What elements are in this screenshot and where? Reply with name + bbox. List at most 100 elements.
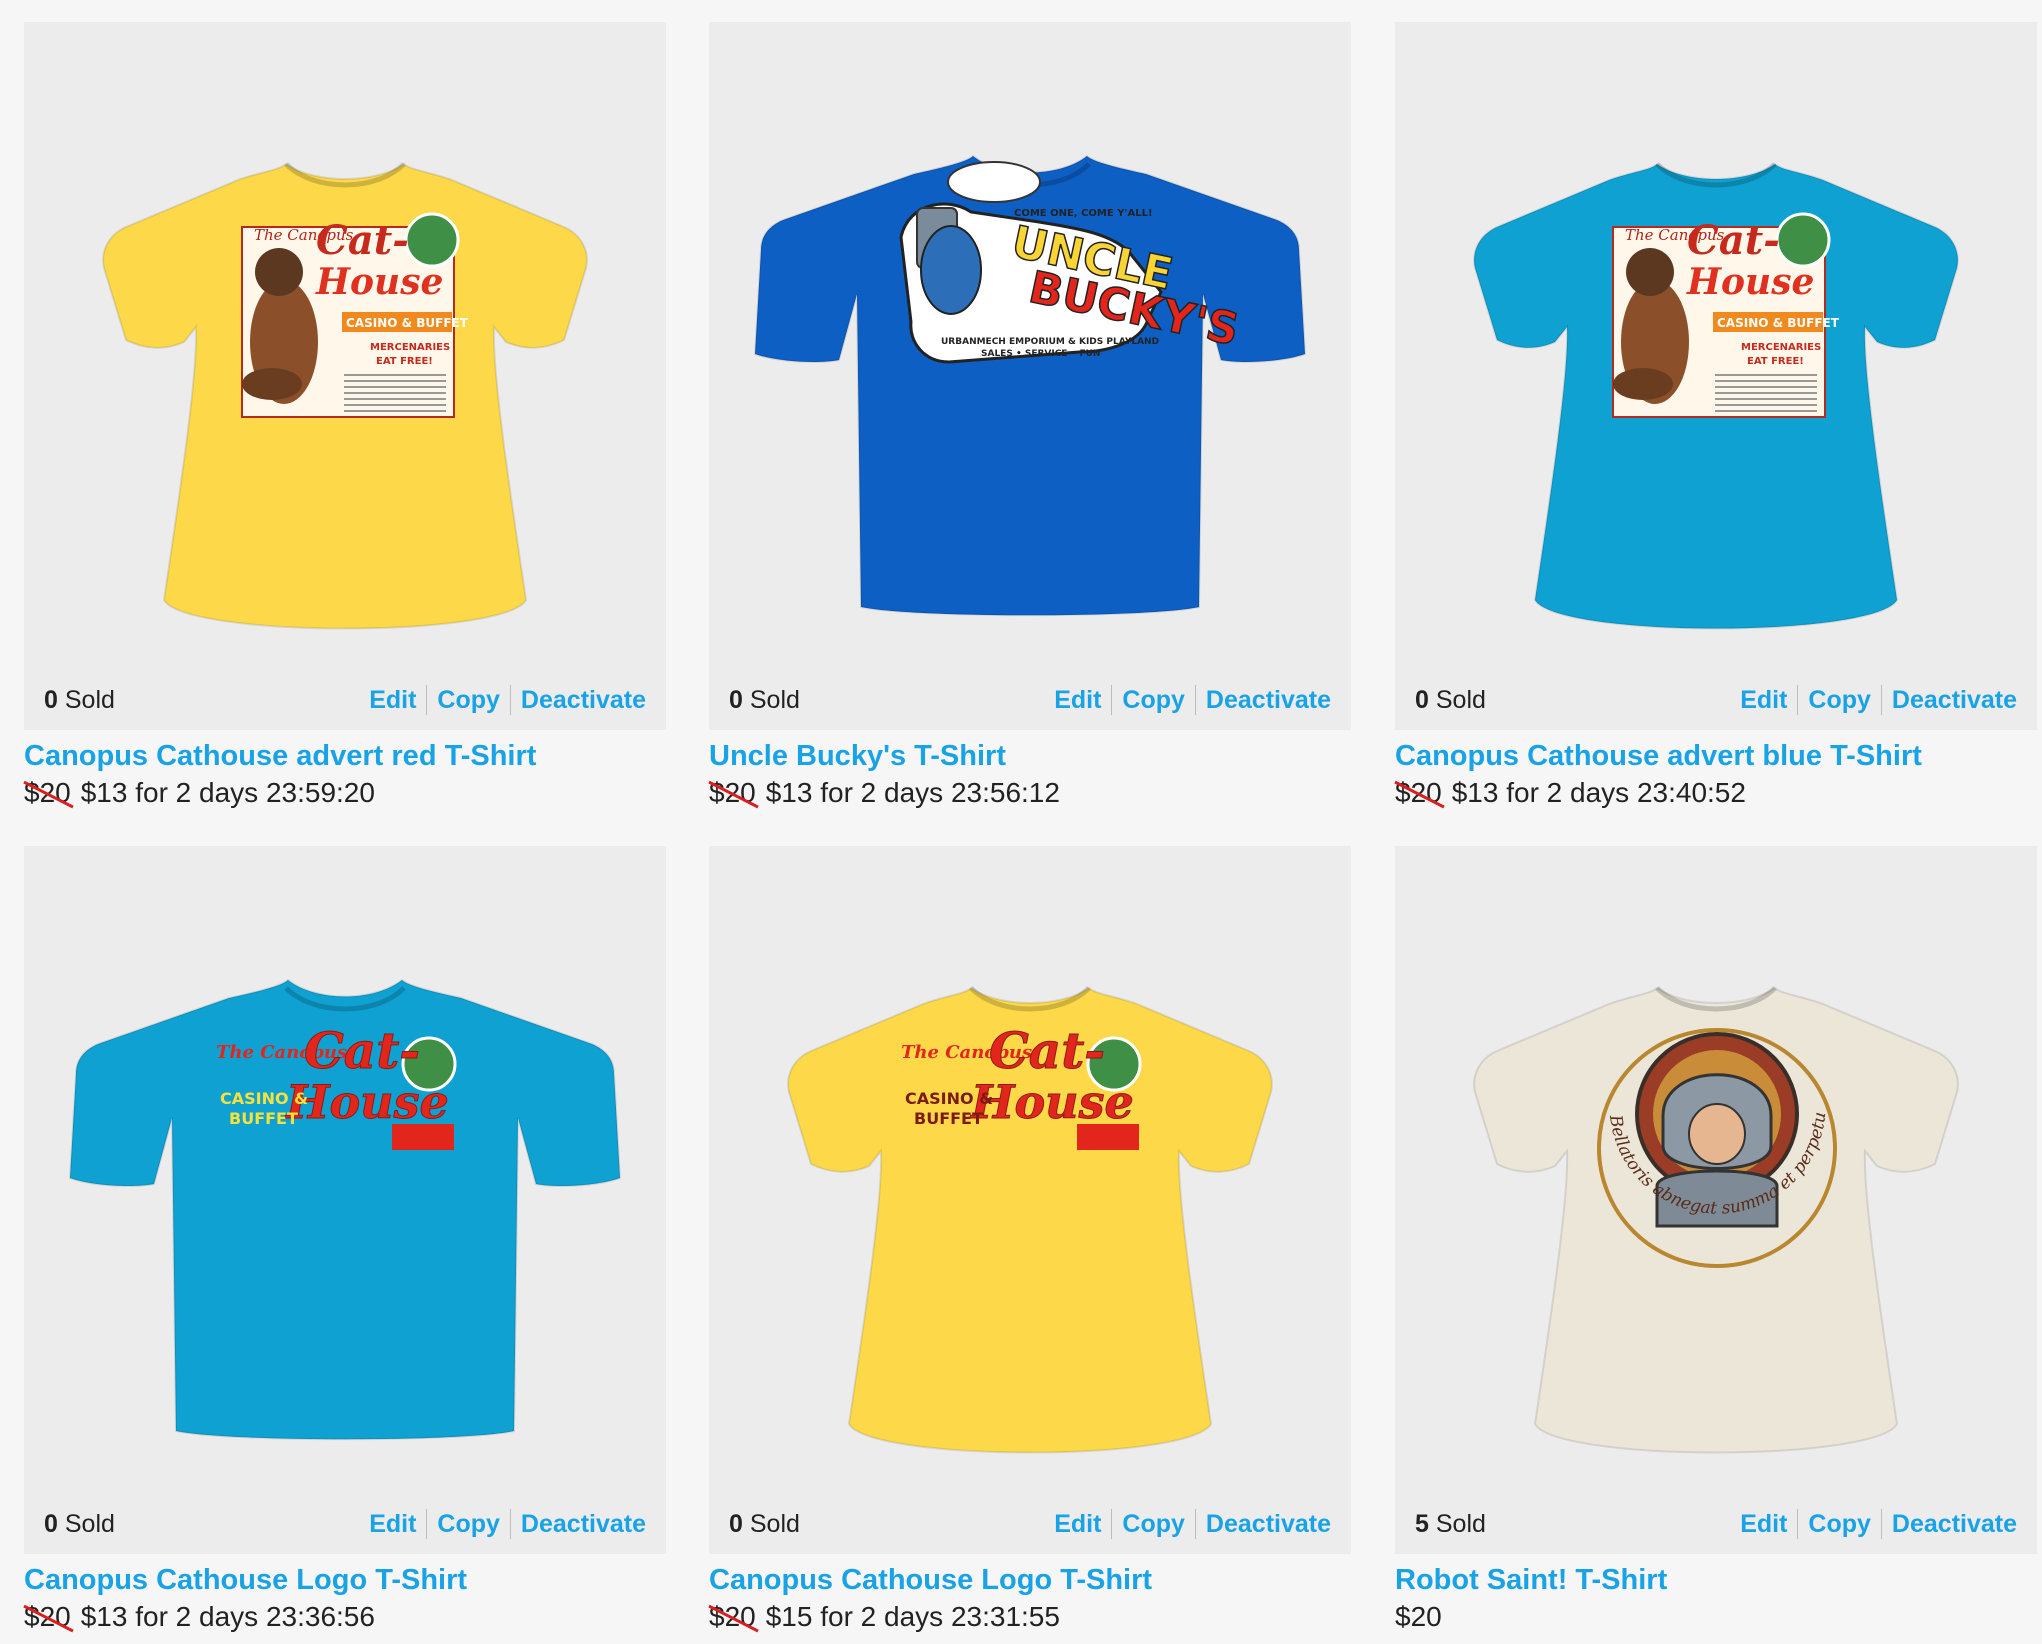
sale-price-countdown: $13 for 2 days 23:40:52 xyxy=(1451,777,1746,808)
edit-link[interactable]: Edit xyxy=(1740,686,1787,715)
sold-count: 0 Sold xyxy=(729,1510,1054,1539)
product-actions: Edit Copy Deactivate xyxy=(369,685,646,715)
edit-link[interactable]: Edit xyxy=(1054,686,1101,715)
copy-link[interactable]: Copy xyxy=(1122,1510,1185,1539)
design-text-buffet: BUFFET xyxy=(229,1109,298,1128)
edit-link[interactable]: Edit xyxy=(1740,1510,1787,1539)
tshirt-image[interactable]: The Canopus Cat- House CASINO & BUFFET MERCE… xyxy=(24,22,666,672)
product-stats-bar: 0 Sold Edit Copy Deactivate xyxy=(729,682,1331,718)
product-image-panel[interactable]: The Canopus Cat- House CASINO & BUFFET 0 Sol… xyxy=(24,846,666,1554)
product-card: The Canopus Cat- House CASINO & BUFFET MERCE… xyxy=(1395,22,2037,809)
tshirt-svg: The CanopusCat-HouseCASINO &BUFFET xyxy=(68,978,622,1441)
design-text-house: House xyxy=(284,1075,449,1129)
tshirt-image[interactable]: UNCLE BUCKY'S COME ONE, COME Y'ALL! URBANME… xyxy=(709,22,1351,672)
deactivate-link[interactable]: Deactivate xyxy=(1206,686,1331,715)
design-text-mercenaries: MERCENARIES xyxy=(370,342,450,353)
sold-label: Sold xyxy=(1435,685,1486,714)
original-price-strikethrough: $20 xyxy=(709,1601,756,1632)
design-text-casino: CASINO & BUFFET xyxy=(346,316,469,330)
product-image-panel[interactable]: The Canopus Cat- House CASINO & BUFFET 0 Sol… xyxy=(709,846,1351,1554)
tshirt-image[interactable]: The Canopus Cat- House CASINO & BUFFET MERCE… xyxy=(1395,22,2037,672)
tshirt-image[interactable]: Bellatoris abnegat summa et perpetua eru… xyxy=(1395,846,2037,1496)
design-text-house: House xyxy=(969,1075,1134,1129)
shirt-print-graphic: The CanopusCat-HouseCASINO & BUFFETMERCE… xyxy=(241,212,469,418)
tshirt-svg: The CanopusCat-HouseCASINO &BUFFET xyxy=(787,986,1273,1454)
edit-link[interactable]: Edit xyxy=(369,686,416,715)
product-stats-bar: 0 Sold Edit Copy Deactivate xyxy=(1415,682,2017,718)
sold-number: 0 xyxy=(44,1509,58,1538)
tshirt-svg: Bellatoris abnegat summa et perpetua eru… xyxy=(1395,846,1959,1454)
sold-label: Sold xyxy=(64,685,115,714)
sold-number: 0 xyxy=(44,685,58,714)
product-stats-bar: 0 Sold Edit Copy Deactivate xyxy=(44,682,646,718)
design-text-cat: Cat- xyxy=(1687,217,1780,264)
tshirt-image[interactable]: The Canopus Cat- House CASINO & BUFFET xyxy=(709,846,1351,1496)
product-stats-bar: 5 Sold Edit Copy Deactivate xyxy=(1415,1506,2017,1542)
copy-link[interactable]: Copy xyxy=(437,686,500,715)
product-actions: Edit Copy Deactivate xyxy=(1740,1509,2017,1539)
sold-number: 5 xyxy=(1415,1509,1429,1538)
action-divider xyxy=(1194,1509,1196,1539)
sold-count: 0 Sold xyxy=(729,686,1054,715)
action-divider xyxy=(426,1509,428,1539)
product-actions: Edit Copy Deactivate xyxy=(1740,685,2017,715)
action-divider xyxy=(1111,1509,1113,1539)
sold-count: 0 Sold xyxy=(1415,686,1740,715)
action-divider xyxy=(509,1509,511,1539)
product-stats-bar: 0 Sold Edit Copy Deactivate xyxy=(44,1506,646,1542)
deactivate-link[interactable]: Deactivate xyxy=(521,686,646,715)
sold-number: 0 xyxy=(729,685,743,714)
deactivate-link[interactable]: Deactivate xyxy=(1892,686,2017,715)
deactivate-link[interactable]: Deactivate xyxy=(1206,1510,1331,1539)
design-text-casino: CASINO & xyxy=(220,1089,308,1108)
copy-link[interactable]: Copy xyxy=(1808,1510,1871,1539)
product-title-link[interactable]: Canopus Cathouse advert blue T-Shirt xyxy=(1395,740,2037,773)
deactivate-link[interactable]: Deactivate xyxy=(1892,1510,2017,1539)
sale-price-countdown: $15 for 2 days 23:31:55 xyxy=(765,1601,1060,1632)
design-text-buffet: BUFFET xyxy=(914,1109,983,1128)
regular-price: $20 xyxy=(1395,1601,1442,1632)
action-divider xyxy=(426,685,428,715)
copy-link[interactable]: Copy xyxy=(1122,686,1185,715)
deactivate-link[interactable]: Deactivate xyxy=(521,1510,646,1539)
product-card: The Canopus Cat- House CASINO & BUFFET 0 Sol… xyxy=(709,846,1351,1633)
design-text-casino: CASINO & xyxy=(905,1089,993,1108)
product-actions: Edit Copy Deactivate xyxy=(1054,1509,1331,1539)
design-text-emporium: URBANMECH EMPORIUM & KIDS PLAYLAND xyxy=(941,337,1159,347)
product-grid: The Canopus Cat- House CASINO & BUFFET MERCE… xyxy=(0,0,2042,1644)
product-title-link[interactable]: Canopus Cathouse Logo T-Shirt xyxy=(24,1564,666,1597)
tshirt-svg: The CanopusCat-HouseCASINO & BUFFETMERCE… xyxy=(102,162,588,630)
product-image-panel[interactable]: The Canopus Cat- House CASINO & BUFFET MERCE… xyxy=(1395,22,2037,730)
product-image-panel[interactable]: UNCLE BUCKY'S COME ONE, COME Y'ALL! URBANME… xyxy=(709,22,1351,730)
edit-link[interactable]: Edit xyxy=(1054,1510,1101,1539)
product-title-link[interactable]: Robot Saint! T-Shirt xyxy=(1395,1564,2037,1597)
product-stats-bar: 0 Sold Edit Copy Deactivate xyxy=(729,1506,1331,1542)
design-text-cat: Cat- xyxy=(316,217,409,264)
tshirt-svg: UNCLEBUCKY'SCOME ONE, COME Y'ALL!URBANME… xyxy=(753,154,1307,617)
action-divider xyxy=(1111,685,1113,715)
product-title-link[interactable]: Canopus Cathouse advert red T-Shirt xyxy=(24,740,666,773)
sold-label: Sold xyxy=(749,685,800,714)
edit-link[interactable]: Edit xyxy=(369,1510,416,1539)
design-text-cat: Cat- xyxy=(304,1021,420,1080)
product-image-panel[interactable]: The Canopus Cat- House CASINO & BUFFET MERCE… xyxy=(24,22,666,730)
copy-link[interactable]: Copy xyxy=(437,1510,500,1539)
product-price: $20 xyxy=(1395,1601,2037,1633)
copy-link[interactable]: Copy xyxy=(1808,686,1871,715)
sold-number: 0 xyxy=(1415,685,1429,714)
tshirt-image[interactable]: The Canopus Cat- House CASINO & BUFFET xyxy=(24,846,666,1496)
product-price: $20 $13 for 2 days 23:59:20 xyxy=(24,777,666,809)
product-actions: Edit Copy Deactivate xyxy=(1054,685,1331,715)
sold-label: Sold xyxy=(749,1509,800,1538)
product-title-link[interactable]: Uncle Bucky's T-Shirt xyxy=(709,740,1351,773)
product-price: $20 $15 for 2 days 23:31:55 xyxy=(709,1601,1351,1633)
product-title-link[interactable]: Canopus Cathouse Logo T-Shirt xyxy=(709,1564,1351,1597)
product-card: Bellatoris abnegat summa et perpetua eru… xyxy=(1395,846,2037,1633)
design-text-come-one: COME ONE, COME Y'ALL! xyxy=(1014,208,1153,219)
product-card: The Canopus Cat- House CASINO & BUFFET MERCE… xyxy=(24,22,666,809)
design-text-house: House xyxy=(1686,261,1814,303)
sale-price-countdown: $13 for 2 days 23:36:56 xyxy=(80,1601,375,1632)
action-divider xyxy=(1880,685,1882,715)
product-card: UNCLE BUCKY'S COME ONE, COME Y'ALL! URBANME… xyxy=(709,22,1351,809)
product-image-panel[interactable]: Bellatoris abnegat summa et perpetua eru… xyxy=(1395,846,2037,1554)
